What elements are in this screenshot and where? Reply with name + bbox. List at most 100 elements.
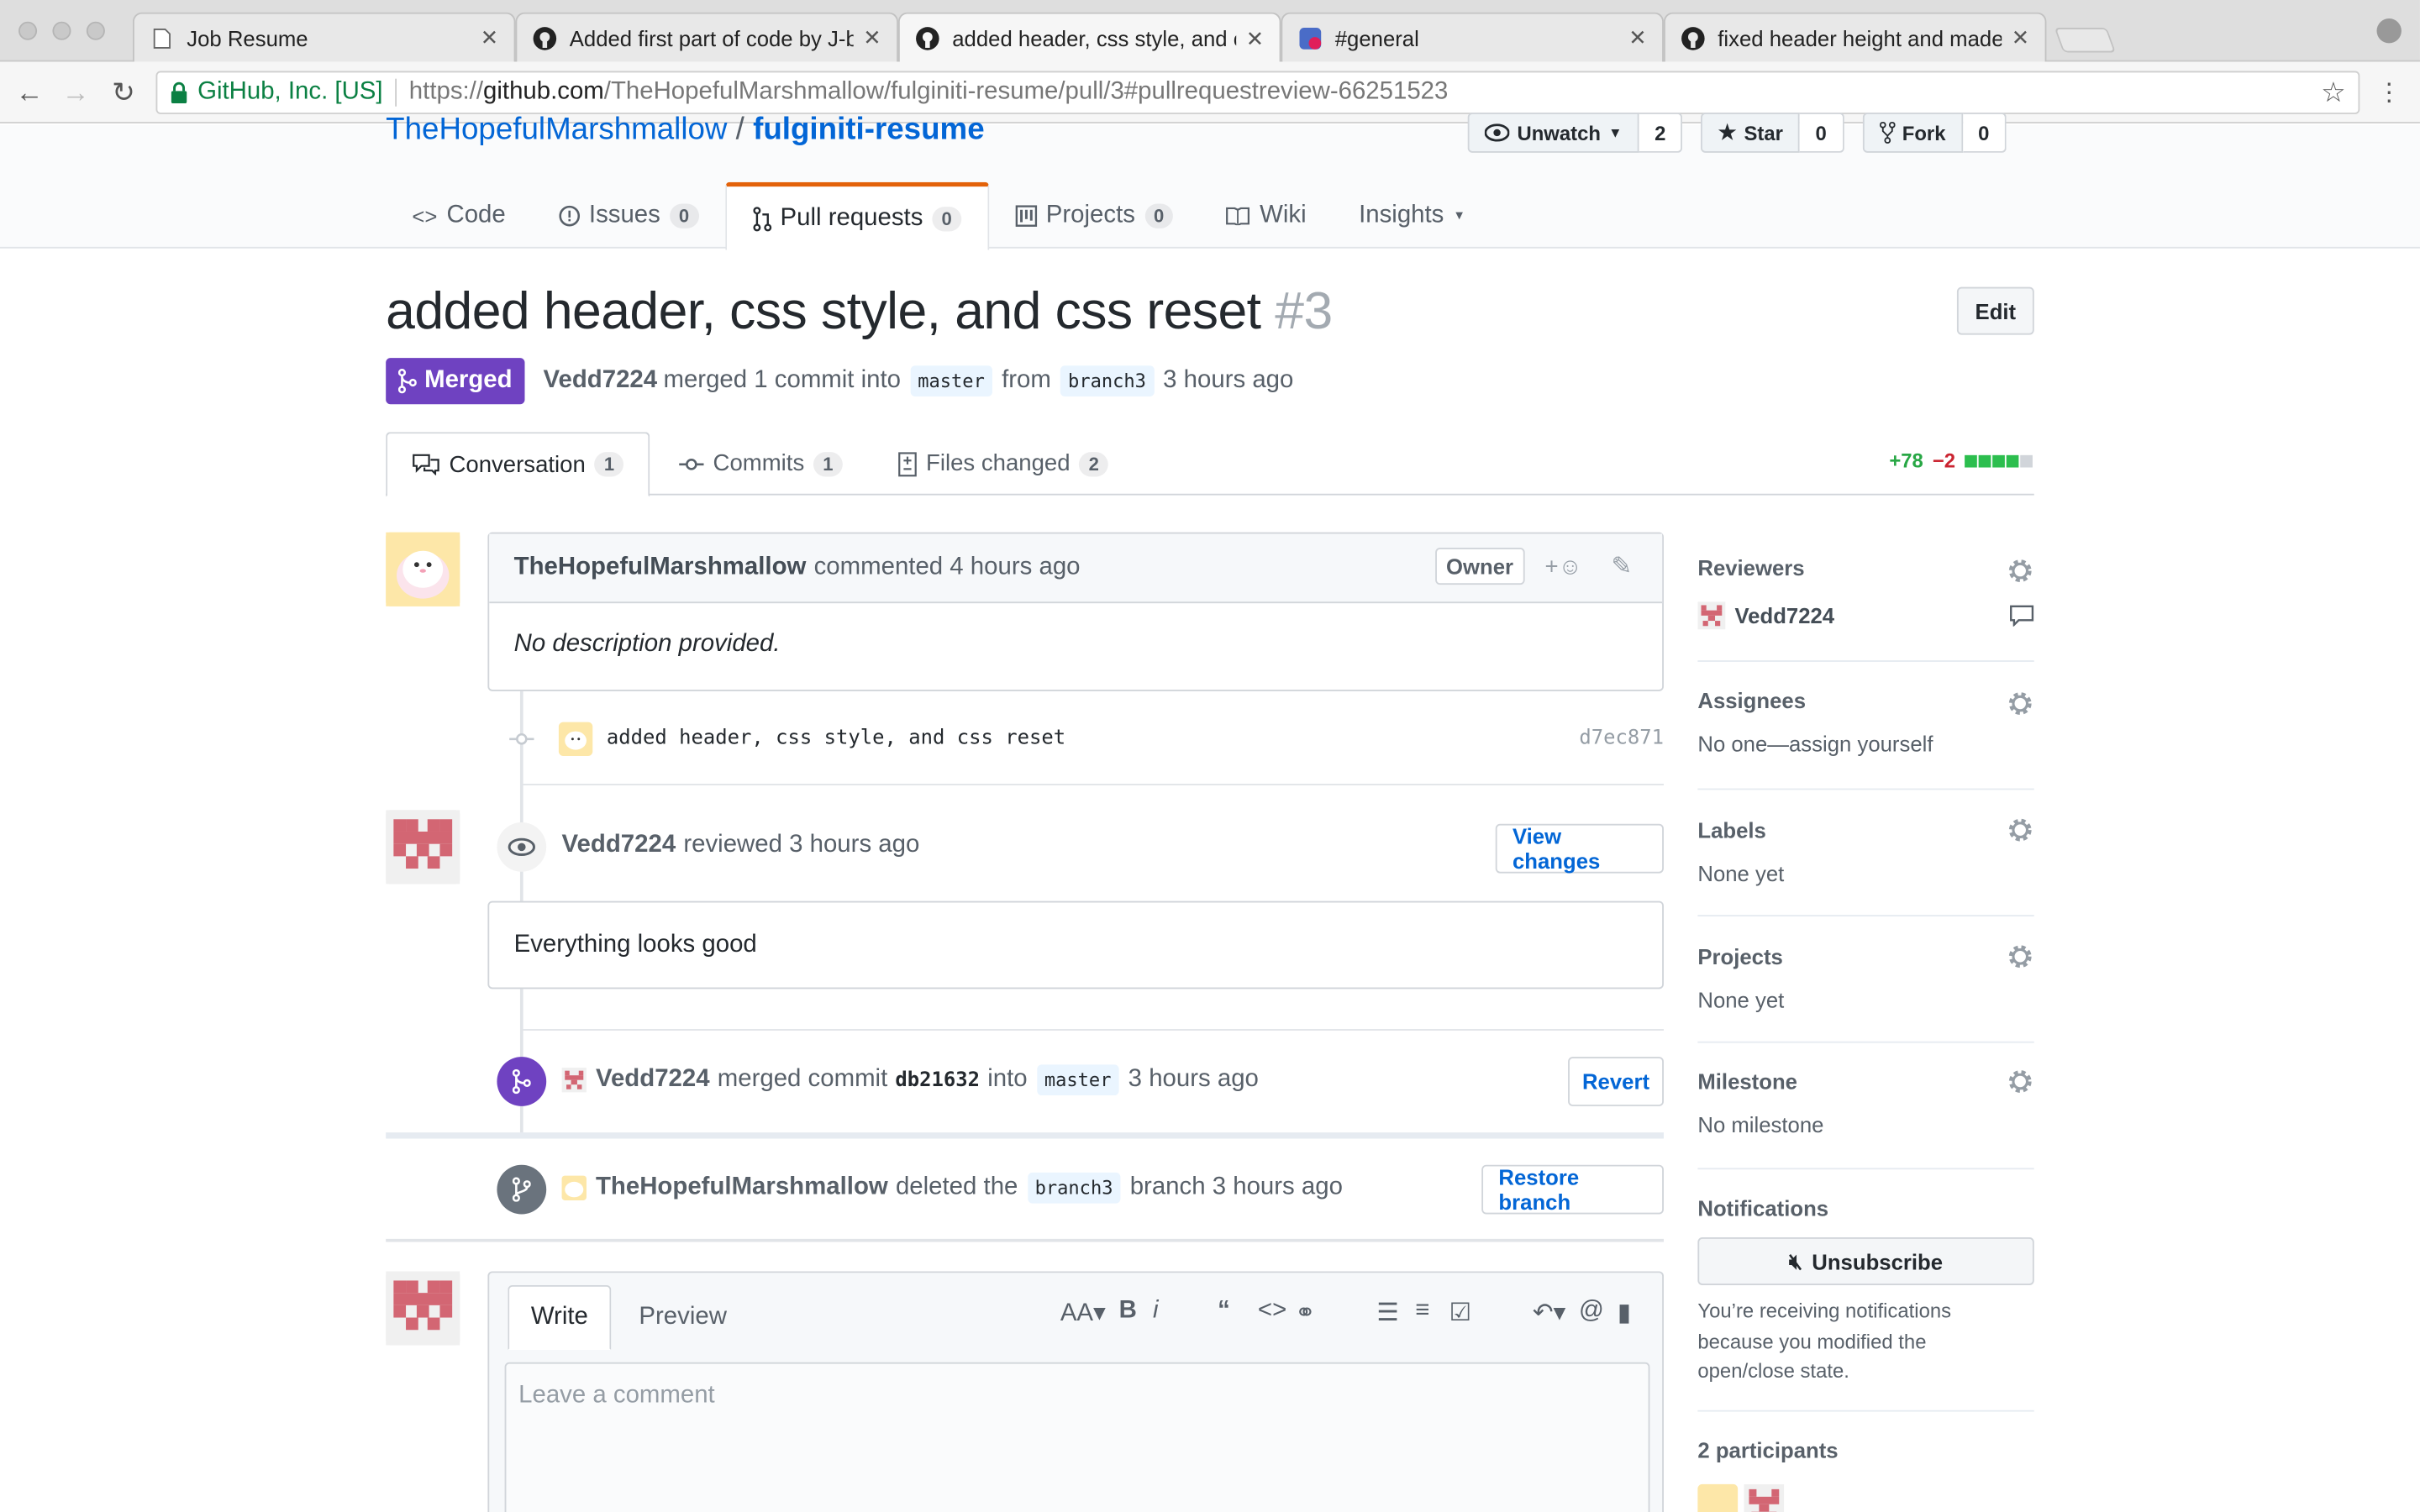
avatar[interactable]: [561, 1175, 587, 1200]
review-timestamp[interactable]: reviewed 3 hours ago: [683, 832, 919, 859]
delete-author-link[interactable]: TheHopefulMarshmallow: [596, 1174, 888, 1202]
merge-target-branch[interactable]: master: [1036, 1064, 1119, 1096]
nav-wiki[interactable]: Wiki: [1200, 182, 1333, 249]
task-list-icon[interactable]: ☑: [1449, 1298, 1471, 1329]
fork-button[interactable]: Fork: [1862, 113, 1963, 153]
nav-pull-requests[interactable]: Pull requests 0: [724, 181, 989, 250]
stargazers-count[interactable]: 0: [1800, 113, 1844, 153]
browser-tab[interactable]: #general ✕: [1281, 12, 1664, 62]
close-icon[interactable]: ✕: [1628, 24, 1647, 50]
mention-icon[interactable]: @: [1579, 1298, 1604, 1326]
back-arrow-icon[interactable]: ←: [11, 74, 48, 111]
avatar[interactable]: [558, 722, 593, 756]
bookmark-star-icon[interactable]: ☆: [2321, 77, 2346, 110]
browser-menu-icon[interactable]: ⋮: [2377, 77, 2402, 108]
window-minimize-button[interactable]: [52, 21, 71, 40]
avatar[interactable]: [561, 1067, 587, 1093]
nav-projects[interactable]: Projects 0: [989, 182, 1200, 249]
close-icon[interactable]: ✕: [481, 24, 499, 50]
comment-textarea[interactable]: Leave a comment: [504, 1362, 1650, 1512]
write-tab[interactable]: Write: [508, 1284, 612, 1351]
comment-timestamp[interactable]: commented 4 hours ago: [814, 554, 1081, 581]
close-icon[interactable]: ✕: [863, 24, 881, 50]
merge-timestamp[interactable]: 3 hours ago: [1128, 1066, 1259, 1094]
unordered-list-icon[interactable]: ☰: [1376, 1298, 1398, 1329]
new-tab-button[interactable]: [2054, 28, 2116, 53]
nav-pulls-label: Pull requests: [780, 204, 923, 231]
window-close-button[interactable]: [18, 21, 38, 40]
avatar[interactable]: [386, 810, 460, 885]
merge-sha-link[interactable]: db21632: [895, 1068, 980, 1092]
ordered-list-icon[interactable]: ≡: [1415, 1298, 1429, 1326]
delete-text: deleted the: [895, 1173, 1018, 1200]
edit-title-button[interactable]: Edit: [1956, 286, 2034, 335]
gear-icon[interactable]: [2007, 690, 2034, 717]
github-icon: [533, 25, 557, 50]
comment-author-link[interactable]: TheHopefulMarshmallow: [514, 554, 807, 581]
notification-reason-line: open/close state.: [1697, 1359, 1849, 1383]
commit-sha-link[interactable]: d7ec871: [1579, 727, 1664, 750]
link-icon[interactable]: ⚭: [1295, 1298, 1316, 1329]
window-zoom-button[interactable]: [86, 21, 105, 40]
browser-tab[interactable]: fixed header height and made ✕: [1663, 12, 2047, 62]
timeline-divider: [521, 784, 1664, 785]
restore-branch-button[interactable]: Restore branch: [1481, 1164, 1664, 1215]
additions-count: +78: [1889, 449, 1923, 473]
forward-arrow-icon[interactable]: →: [57, 74, 94, 111]
view-changes-button[interactable]: View changes: [1495, 823, 1664, 874]
commit-message-link[interactable]: added header, css style, and css reset: [607, 727, 1065, 750]
eye-icon: [508, 837, 535, 857]
browser-tab[interactable]: Job Resume ✕: [132, 12, 516, 62]
preview-tab[interactable]: Preview: [618, 1285, 749, 1350]
gear-icon[interactable]: [2007, 816, 2034, 844]
tab-commits[interactable]: Commits 1: [655, 432, 867, 495]
tab-files-changed[interactable]: Files changed 2: [874, 432, 1134, 495]
profile-icon[interactable]: [2376, 18, 2402, 44]
pencil-icon[interactable]: ✎: [1612, 551, 1633, 582]
merge-into-text: into: [987, 1066, 1028, 1093]
close-icon[interactable]: ✕: [1246, 25, 1265, 51]
unsubscribe-button[interactable]: 🔇︎ Unsubscribe: [1697, 1237, 2034, 1285]
pr-meta-text: merged 1 commit into: [663, 367, 902, 394]
reply-icon[interactable]: ↶▾: [1533, 1298, 1565, 1329]
bold-icon[interactable]: B: [1119, 1298, 1137, 1326]
merge-author-link[interactable]: Vedd7224: [596, 1066, 710, 1094]
pr-merger-link[interactable]: Vedd7224: [544, 367, 658, 395]
text-size-icon[interactable]: AA▾: [1060, 1298, 1106, 1329]
nav-code[interactable]: <> Code: [386, 182, 532, 249]
review-author-link[interactable]: Vedd7224: [562, 832, 676, 859]
assign-yourself-link[interactable]: No one—assign yourself: [1697, 732, 2033, 756]
avatar[interactable]: [1697, 1483, 1739, 1512]
nav-issues[interactable]: Issues 0: [532, 182, 724, 249]
reviewer-link[interactable]: Vedd7224: [1734, 603, 1834, 627]
reload-icon[interactable]: ↻: [105, 74, 142, 111]
avatar[interactable]: [1744, 1483, 1785, 1512]
italic-icon[interactable]: i: [1153, 1298, 1159, 1326]
avatar[interactable]: [386, 532, 460, 606]
revert-button[interactable]: Revert: [1568, 1057, 1664, 1106]
head-branch[interactable]: branch3: [1060, 365, 1155, 397]
browser-tab-active[interactable]: added header, css style, and c ✕: [897, 12, 1281, 64]
forks-count[interactable]: 0: [1962, 113, 2007, 153]
gear-icon[interactable]: [2007, 1068, 2034, 1095]
nav-insights[interactable]: Insights ▼: [1333, 182, 1491, 249]
close-icon[interactable]: ✕: [2012, 24, 2030, 50]
merge-icon: [512, 1068, 531, 1095]
base-branch[interactable]: master: [910, 365, 993, 397]
code-icon[interactable]: <>: [1258, 1298, 1286, 1326]
star-button[interactable]: ★ Star: [1701, 113, 1801, 153]
browser-tab[interactable]: Added first part of code by J-b ✕: [515, 12, 898, 62]
quote-icon[interactable]: “: [1218, 1298, 1230, 1326]
address-bar[interactable]: GitHub, Inc. [US] https://github.com/The…: [155, 71, 2360, 114]
gear-icon[interactable]: [2007, 942, 2034, 970]
review-comment: Everything looks good: [487, 900, 1664, 990]
add-reaction-icon[interactable]: +☺: [1545, 554, 1582, 580]
avatar[interactable]: [1697, 601, 1726, 630]
watchers-count[interactable]: 2: [1639, 113, 1683, 153]
repo-name-link[interactable]: fulginiti-resume: [753, 113, 985, 146]
gear-icon[interactable]: [2007, 557, 2034, 585]
bookmark-icon[interactable]: ▮: [1618, 1298, 1631, 1329]
unwatch-button[interactable]: Unwatch ▼: [1467, 113, 1639, 153]
repo-owner-link[interactable]: TheHopefulMarshmallow: [386, 113, 727, 146]
tab-conversation[interactable]: Conversation 1: [386, 432, 650, 497]
